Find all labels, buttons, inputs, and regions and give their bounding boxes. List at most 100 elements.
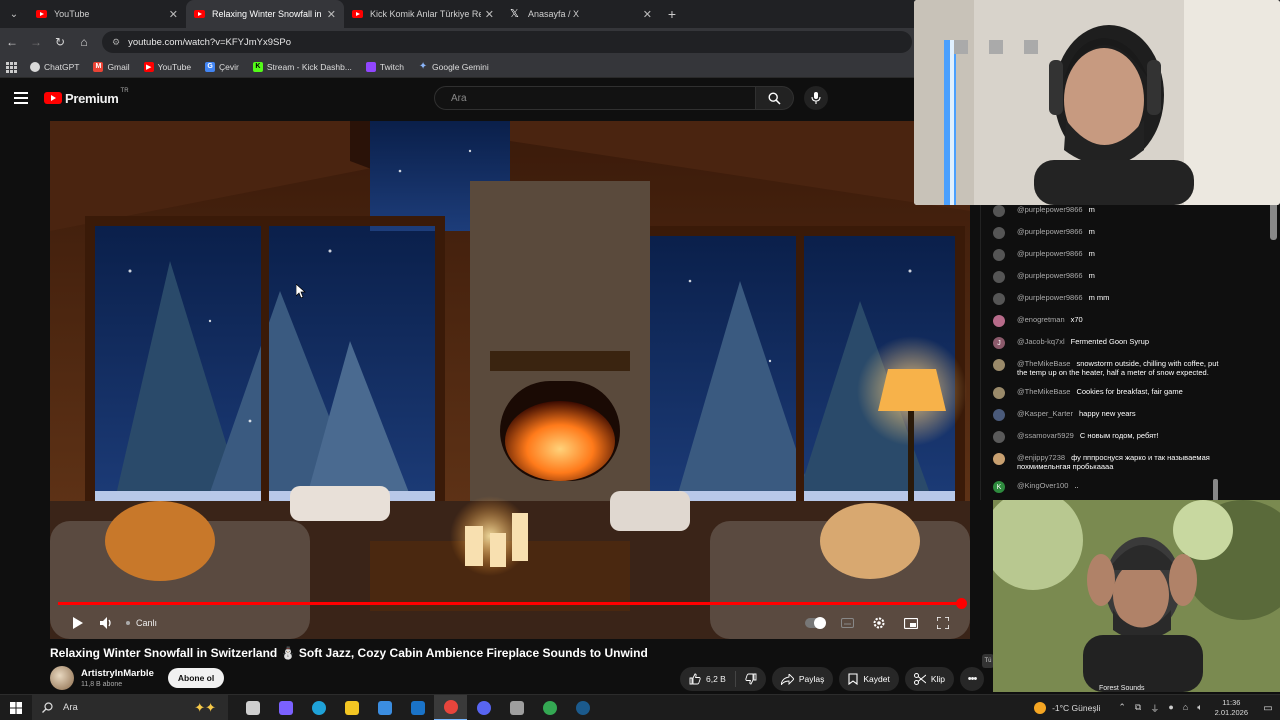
chat-avatar[interactable] — [993, 431, 1005, 443]
apps-grid-icon[interactable] — [6, 61, 17, 73]
chat-author[interactable]: @TheMikeBase — [1017, 387, 1070, 396]
clock[interactable]: 11:36 2.01.2026 — [1215, 698, 1248, 718]
save-button[interactable]: Kaydet — [839, 667, 899, 691]
fullscreen-button[interactable] — [928, 611, 958, 635]
search-input[interactable]: Ara — [434, 86, 756, 110]
channel-name[interactable]: ArtistryInMarble — [81, 668, 154, 679]
chat-avatar[interactable] — [993, 359, 1005, 371]
chat-avatar[interactable] — [993, 409, 1005, 421]
new-tab-button[interactable]: + — [660, 6, 684, 22]
site-info-icon[interactable]: ⚙ — [112, 37, 120, 48]
taskbar-app[interactable] — [368, 695, 401, 720]
url-bar[interactable]: ⚙ youtube.com/watch?v=KFYJmYx9SPo — [102, 31, 912, 53]
taskbar-app[interactable] — [302, 695, 335, 720]
close-icon[interactable]: ✕ — [485, 8, 494, 21]
share-button[interactable]: Paylaş — [771, 667, 834, 691]
bookmark-youtube[interactable]: ▶ YouTube — [143, 61, 191, 72]
search-button[interactable] — [756, 86, 794, 110]
subtitles-button[interactable] — [832, 611, 862, 635]
miniplayer-button[interactable] — [896, 611, 926, 635]
bookmark-kick[interactable]: K Stream - Kick Dashb... — [252, 61, 352, 72]
chat-scrollbar[interactable] — [1213, 479, 1218, 501]
back-arrow-icon[interactable]: ← — [0, 28, 24, 56]
chat-author[interactable]: @enogretman — [1017, 315, 1065, 324]
chat-author[interactable]: @purplepower9866 — [1017, 205, 1083, 214]
chat-author[interactable]: @purplepower9866 — [1017, 271, 1083, 280]
subscribe-button[interactable]: Abone ol — [167, 668, 225, 688]
chat-author[interactable]: @Kasper_Karter — [1017, 409, 1073, 418]
youtube-premium-logo[interactable]: Premium TR — [44, 88, 129, 106]
notification-icon[interactable]: ▭ — [1256, 703, 1280, 714]
tray-app-icon[interactable]: ⧉ — [1135, 702, 1141, 715]
tab-x-home[interactable]: 𝕏 Anasayfa / X ✕ — [502, 0, 660, 28]
close-icon[interactable]: ✕ — [169, 8, 178, 21]
reload-icon[interactable]: ↻ — [48, 28, 72, 56]
taskbar-app[interactable] — [236, 695, 269, 720]
play-button[interactable] — [62, 611, 92, 635]
page-scrollbar[interactable] — [1270, 200, 1277, 240]
video-player[interactable]: Canlı — [50, 121, 970, 639]
chat-author[interactable]: @enjippy7238 — [1017, 453, 1065, 462]
tab-kick-komik[interactable]: Kick Komik Anlar Türkiye Rewin ✕ — [344, 0, 502, 28]
taskbar-app[interactable] — [467, 695, 500, 720]
taskbar-search[interactable]: Ara ✦✦ — [32, 694, 228, 720]
taskbar-app[interactable] — [401, 695, 434, 720]
chat-author[interactable]: @purplepower9866 — [1017, 293, 1083, 302]
taskbar-app[interactable] — [434, 694, 467, 720]
chat-avatar[interactable] — [993, 271, 1005, 283]
tab-search-icon[interactable]: ⌄ — [0, 0, 28, 28]
live-indicator[interactable]: Canlı — [126, 618, 157, 628]
chat-avatar[interactable] — [993, 315, 1005, 327]
chat-author[interactable]: @Jacob-kq7xl — [1017, 337, 1065, 346]
chat-author[interactable]: @ssamovar5929 — [1017, 431, 1074, 440]
chat-message-list[interactable]: @purplepower9866 m @purplepower9866 m @purpl… — [993, 205, 1223, 547]
network-icon[interactable]: ⌂ — [1183, 702, 1188, 715]
chat-author[interactable]: @TheMikeBase — [1017, 359, 1070, 368]
chat-avatar[interactable] — [993, 205, 1005, 217]
weather-widget[interactable]: -1°C Güneşli — [1034, 702, 1100, 714]
like-button[interactable]: 6,2 B — [680, 671, 736, 687]
bookmark-gemini[interactable]: ✦ Google Gemini — [418, 61, 489, 72]
bookmark-translate[interactable]: G Çevir — [205, 61, 239, 72]
bookmark-twitch[interactable]: Twitch — [365, 61, 404, 72]
chat-author[interactable]: @purplepower9866 — [1017, 249, 1083, 258]
chat-avatar[interactable] — [993, 227, 1005, 239]
chevron-up-icon[interactable]: ⌃ — [1118, 702, 1126, 715]
autoplay-toggle[interactable] — [800, 611, 830, 635]
forward-arrow-icon[interactable]: → — [24, 28, 48, 56]
settings-button[interactable] — [864, 611, 894, 635]
progress-bar[interactable] — [58, 598, 967, 609]
channel-avatar[interactable] — [50, 666, 74, 690]
chat-avatar[interactable] — [993, 293, 1005, 305]
bookmark-chatgpt[interactable]: ChatGPT — [30, 61, 79, 72]
clip-button[interactable]: Klip — [904, 667, 955, 691]
more-actions-button[interactable]: ••• — [960, 667, 985, 691]
home-icon[interactable]: ⌂ — [72, 28, 96, 56]
chat-avatar[interactable] — [993, 453, 1005, 465]
taskbar-app[interactable] — [533, 695, 566, 720]
chat-avatar[interactable] — [993, 387, 1005, 399]
scrubber-handle[interactable] — [956, 598, 967, 609]
taskbar-app[interactable] — [566, 695, 599, 720]
usb-icon[interactable]: ⏚ — [1150, 702, 1159, 715]
chat-author[interactable]: @KingOver100 — [1017, 481, 1068, 490]
tab-youtube[interactable]: YouTube ✕ — [28, 0, 186, 28]
taskbar-app[interactable] — [269, 695, 302, 720]
chat-avatar[interactable]: K — [993, 481, 1005, 493]
dislike-button[interactable] — [736, 673, 766, 685]
close-icon[interactable]: ✕ — [327, 8, 336, 21]
tab-relaxing-winter[interactable]: Relaxing Winter Snowfall in Swit ✕ — [186, 0, 344, 28]
taskbar-app[interactable] — [500, 695, 533, 720]
start-button[interactable] — [0, 701, 32, 714]
chat-author[interactable]: @purplepower9866 — [1017, 227, 1083, 236]
speaker-icon[interactable]: 🔈︎ — [1197, 702, 1202, 715]
voice-search-button[interactable] — [804, 86, 828, 110]
menu-icon[interactable] — [14, 92, 28, 104]
microphone-tray-icon[interactable]: ● — [1168, 702, 1173, 715]
mute-button[interactable] — [92, 611, 122, 635]
chat-avatar[interactable]: J — [993, 337, 1005, 349]
close-icon[interactable]: ✕ — [643, 8, 652, 21]
bookmark-gmail[interactable]: M Gmail — [93, 61, 130, 72]
chat-avatar[interactable] — [993, 249, 1005, 261]
taskbar-app[interactable] — [335, 695, 368, 720]
